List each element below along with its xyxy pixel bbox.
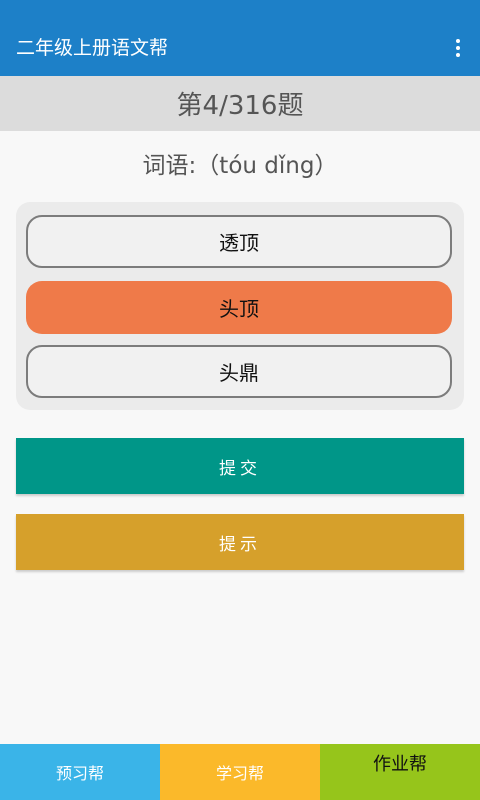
option-2-button[interactable]: 头顶 xyxy=(26,281,452,334)
submit-button[interactable]: 提交 xyxy=(16,438,464,494)
menu-dot xyxy=(456,39,460,43)
tab-preview[interactable]: 预习帮 xyxy=(0,744,160,800)
question-header: 第4/316题 xyxy=(0,76,480,131)
tab-homework[interactable]: 作业帮 xyxy=(320,744,480,800)
app-title: 二年级上册语文帮 xyxy=(16,37,169,59)
hint-button[interactable]: 提示 xyxy=(16,514,464,570)
option-1-button[interactable]: 透顶 xyxy=(26,215,452,268)
question-number: 第4/316题 xyxy=(176,91,304,121)
question-prompt: 词语:（tóu dǐng） xyxy=(142,153,338,179)
more-vert-icon[interactable] xyxy=(448,36,468,60)
options-panel: 透顶 头顶 头鼎 xyxy=(16,202,464,410)
app-bar: 二年级上册语文帮 xyxy=(0,0,480,76)
menu-dot xyxy=(456,53,460,57)
bottom-tab-bar: 预习帮 学习帮 作业帮 xyxy=(0,744,480,800)
tab-learn[interactable]: 学习帮 xyxy=(160,744,320,800)
menu-dot xyxy=(456,46,460,50)
option-3-button[interactable]: 头鼎 xyxy=(26,345,452,398)
